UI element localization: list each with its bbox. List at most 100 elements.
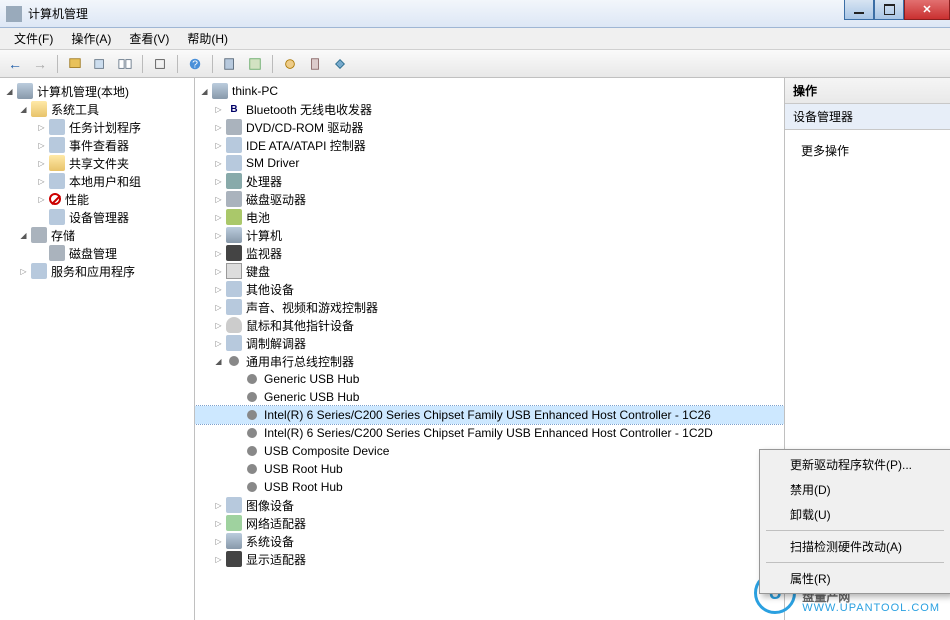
cat-processor[interactable]: 处理器 [195, 172, 784, 190]
cat-diskdrive[interactable]: 磁盘驱动器 [195, 190, 784, 208]
usb-composite[interactable]: USB Composite Device [195, 442, 784, 460]
cat-network[interactable]: 网络适配器 [195, 514, 784, 532]
monitor-icon [226, 245, 242, 261]
nav-forward-button[interactable] [29, 53, 51, 75]
performance-icon [49, 193, 61, 205]
cat-sound[interactable]: 声音、视频和游戏控制器 [195, 298, 784, 316]
menu-action[interactable]: 操作(A) [63, 28, 119, 49]
cat-image[interactable]: 图像设备 [195, 496, 784, 514]
tree-event-viewer[interactable]: 事件查看器 [0, 136, 194, 154]
menu-file[interactable]: 文件(F) [6, 28, 61, 49]
modem-icon [226, 335, 242, 351]
computer-icon [226, 227, 242, 243]
toolbar: ? [0, 50, 950, 78]
cat-usb-controllers[interactable]: 通用串行总线控制器 [195, 352, 784, 370]
nav-back-button[interactable] [4, 53, 26, 75]
toolbar-btn-5[interactable] [219, 53, 241, 75]
toolbar-btn-2[interactable] [89, 53, 111, 75]
maximize-button[interactable] [874, 0, 904, 20]
toolbar-btn-4[interactable] [149, 53, 171, 75]
usb-icon [247, 464, 257, 474]
watermark-url: WWW.UPANTOOL.COM [802, 603, 940, 614]
cat-mouse[interactable]: 鼠标和其他指针设备 [195, 316, 784, 334]
ide-icon [226, 137, 242, 153]
device-root[interactable]: think-PC [195, 82, 784, 100]
cat-ide[interactable]: IDE ATA/ATAPI 控制器 [195, 136, 784, 154]
ctx-uninstall[interactable]: 卸载(U) [762, 502, 948, 527]
usb-icon [247, 374, 257, 384]
cat-display[interactable]: 显示适配器 [195, 550, 784, 568]
ctx-update-driver[interactable]: 更新驱动程序软件(P)... [762, 452, 948, 477]
ctx-scan-hardware[interactable]: 扫描检测硬件改动(A) [762, 534, 948, 559]
toolbar-btn-6[interactable] [244, 53, 266, 75]
cat-computer[interactable]: 计算机 [195, 226, 784, 244]
minimize-button[interactable] [844, 0, 874, 20]
toolbar-btn-8[interactable] [304, 53, 326, 75]
app-icon [6, 6, 22, 22]
folder-icon [49, 155, 65, 171]
cat-battery[interactable]: 电池 [195, 208, 784, 226]
image-device-icon [226, 497, 242, 513]
tree-device-manager[interactable]: 设备管理器 [0, 208, 194, 226]
tree-storage[interactable]: 存储 [0, 226, 194, 244]
menu-bar: 文件(F) 操作(A) 查看(V) 帮助(H) [0, 28, 950, 50]
menu-view[interactable]: 查看(V) [121, 28, 177, 49]
cat-smdriver[interactable]: SM Driver [195, 154, 784, 172]
cat-bluetooth[interactable]: Bluetooth 无线电收发器 [195, 100, 784, 118]
tree-task-scheduler[interactable]: 任务计划程序 [0, 118, 194, 136]
window-title: 计算机管理 [28, 5, 88, 22]
diskdrive-icon [226, 191, 242, 207]
close-button[interactable] [904, 0, 950, 20]
toolbar-btn-7[interactable] [279, 53, 301, 75]
usb-generic-hub-1[interactable]: Generic USB Hub [195, 370, 784, 388]
mouse-icon [226, 317, 242, 333]
cat-keyboard[interactable]: 键盘 [195, 262, 784, 280]
cat-dvd[interactable]: DVD/CD-ROM 驱动器 [195, 118, 784, 136]
usb-intel-1c26[interactable]: Intel(R) 6 Series/C200 Series Chipset Fa… [195, 406, 784, 424]
services-icon [31, 263, 47, 279]
usb-generic-hub-2[interactable]: Generic USB Hub [195, 388, 784, 406]
toolbar-btn-1[interactable] [64, 53, 86, 75]
computer-icon [17, 83, 33, 99]
device-manager-icon [49, 209, 65, 225]
computer-icon [212, 83, 228, 99]
usb-icon [247, 482, 257, 492]
title-bar: 计算机管理 [0, 0, 950, 28]
device-tree[interactable]: think-PC Bluetooth 无线电收发器 DVD/CD-ROM 驱动器… [195, 78, 785, 620]
toolbar-separator [57, 55, 58, 73]
more-actions-link[interactable]: 更多操作 [801, 142, 934, 159]
cat-system-devices[interactable]: 系统设备 [195, 532, 784, 550]
ctx-properties[interactable]: 属性(R) [762, 566, 948, 591]
toolbar-btn-3[interactable] [114, 53, 136, 75]
toolbar-separator [177, 55, 178, 73]
usb-root-hub-1[interactable]: USB Root Hub [195, 460, 784, 478]
other-icon [226, 281, 242, 297]
usb-icon [247, 410, 257, 420]
clock-icon [49, 119, 65, 135]
left-tree[interactable]: 计算机管理(本地) 系统工具 任务计划程序 事件查看器 共享文件夹 本地用户和组… [0, 78, 195, 620]
tree-shared-folders[interactable]: 共享文件夹 [0, 154, 194, 172]
display-icon [226, 551, 242, 567]
tree-system-tools[interactable]: 系统工具 [0, 100, 194, 118]
event-icon [49, 137, 65, 153]
svg-text:?: ? [192, 58, 198, 70]
storage-icon [31, 227, 47, 243]
cat-modem[interactable]: 调制解调器 [195, 334, 784, 352]
menu-help[interactable]: 帮助(H) [179, 28, 236, 49]
toolbar-btn-9[interactable] [329, 53, 351, 75]
usb-intel-1c2d[interactable]: Intel(R) 6 Series/C200 Series Chipset Fa… [195, 424, 784, 442]
tree-performance[interactable]: 性能 [0, 190, 194, 208]
help-icon[interactable]: ? [184, 53, 206, 75]
usb-icon [247, 392, 257, 402]
usb-root-hub-2[interactable]: USB Root Hub [195, 478, 784, 496]
cat-monitor[interactable]: 监视器 [195, 244, 784, 262]
tree-services-apps[interactable]: 服务和应用程序 [0, 262, 194, 280]
ctx-disable[interactable]: 禁用(D) [762, 477, 948, 502]
wrench-icon [31, 101, 47, 117]
dvd-icon [226, 119, 242, 135]
tree-local-users[interactable]: 本地用户和组 [0, 172, 194, 190]
tree-disk-mgmt[interactable]: 磁盘管理 [0, 244, 194, 262]
bluetooth-icon [226, 101, 242, 117]
cat-other[interactable]: 其他设备 [195, 280, 784, 298]
tree-root-computer-mgmt[interactable]: 计算机管理(本地) [0, 82, 194, 100]
